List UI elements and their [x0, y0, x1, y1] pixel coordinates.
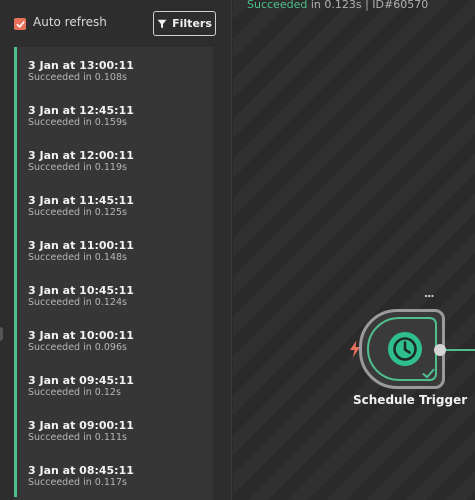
execution-list-item[interactable]: 3 Jan at 13:00:11 Succeeded in 0.108s [14, 47, 213, 92]
execution-time: 3 Jan at 10:45:11 [28, 284, 134, 297]
execution-time: 3 Jan at 11:45:11 [28, 194, 134, 207]
workflow-canvas[interactable]: Succeeded in 0.123s | ID#60570 ... Sched… [233, 0, 475, 500]
executions-toolbar: Auto refresh Filters [0, 0, 232, 46]
execution-list-item[interactable]: 3 Jan at 10:45:11 Succeeded in 0.124s [14, 272, 213, 317]
execution-status: Succeeded in 0.111s [28, 432, 127, 443]
node-output-handle[interactable] [434, 344, 446, 356]
filters-button-label: Filters [172, 17, 212, 30]
execution-status: Succeeded in 0.159s [28, 117, 127, 128]
node-label: Schedule Trigger [353, 393, 468, 407]
execution-time: 3 Jan at 08:45:11 [28, 464, 134, 477]
auto-refresh-label[interactable]: Auto refresh [33, 15, 107, 29]
execution-duration-id: in 0.123s | ID#60570 [307, 0, 429, 11]
execution-list-item[interactable]: 3 Jan at 12:00:11 Succeeded in 0.119s [14, 137, 213, 182]
node-options-icon[interactable]: ... [424, 287, 435, 300]
success-check-icon [422, 368, 435, 379]
execution-status: Succeeded in 0.12s [28, 387, 121, 398]
execution-status: Succeeded in 0.148s [28, 252, 127, 263]
filters-button[interactable]: Filters [153, 11, 216, 36]
filter-icon [157, 19, 167, 28]
auto-refresh-checkbox[interactable] [14, 18, 26, 30]
schedule-trigger-node[interactable] [359, 309, 445, 389]
node-connection-line [446, 349, 475, 351]
execution-time: 3 Jan at 09:00:11 [28, 419, 134, 432]
execution-time: 3 Jan at 09:45:11 [28, 374, 134, 387]
execution-status: Succeeded in 0.108s [28, 72, 127, 83]
execution-time: 3 Jan at 13:00:11 [28, 59, 134, 72]
execution-list-item[interactable]: 3 Jan at 10:00:11 Succeeded in 0.096s [14, 317, 213, 362]
panel-resize-handle[interactable] [0, 327, 3, 341]
execution-summary: Succeeded in 0.123s | ID#60570 [247, 0, 428, 11]
execution-time: 3 Jan at 11:00:11 [28, 239, 134, 252]
execution-status: Succeeded in 0.096s [28, 342, 127, 353]
execution-status-word: Succeeded [247, 0, 308, 11]
execution-list-item[interactable]: 3 Jan at 11:45:11 Succeeded in 0.125s [14, 182, 213, 227]
execution-time: 3 Jan at 12:00:11 [28, 149, 134, 162]
execution-status: Succeeded in 0.117s [28, 477, 127, 488]
execution-list-item[interactable]: 3 Jan at 09:45:11 Succeeded in 0.12s [14, 362, 213, 407]
execution-list-item[interactable]: 3 Jan at 12:45:11 Succeeded in 0.159s [14, 92, 213, 137]
execution-list-item[interactable]: 3 Jan at 08:45:11 Succeeded in 0.117s [14, 452, 213, 497]
checkmark-icon [16, 20, 25, 28]
execution-list[interactable]: 3 Jan at 13:00:11 Succeeded in 0.108s 3 … [14, 47, 213, 500]
execution-list-item[interactable]: 3 Jan at 11:00:11 Succeeded in 0.148s [14, 227, 213, 272]
execution-list-item[interactable]: 3 Jan at 09:00:11 Succeeded in 0.111s [14, 407, 213, 452]
execution-status: Succeeded in 0.124s [28, 297, 127, 308]
execution-status: Succeeded in 0.119s [28, 162, 127, 173]
execution-time: 3 Jan at 12:45:11 [28, 104, 134, 117]
execution-time: 3 Jan at 10:00:11 [28, 329, 134, 342]
clock-icon [388, 332, 422, 366]
execution-status: Succeeded in 0.125s [28, 207, 127, 218]
executions-panel: Auto refresh Filters 3 Jan at 13:00:11 S… [0, 0, 232, 500]
